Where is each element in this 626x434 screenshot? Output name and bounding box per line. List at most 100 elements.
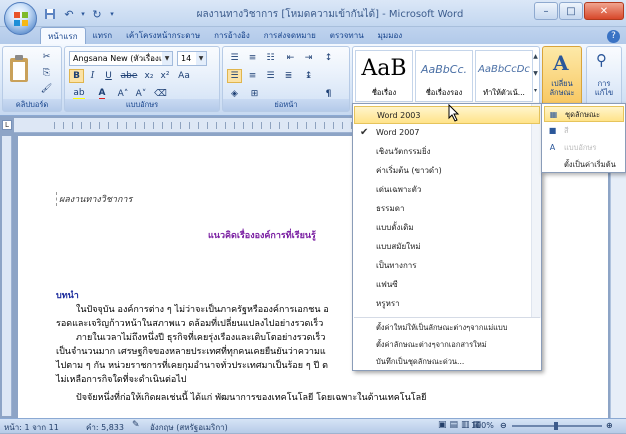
page-count[interactable]: หน้า: 1 จาก 11 bbox=[4, 421, 59, 434]
change-styles-icon: A bbox=[553, 51, 569, 75]
paragraph-line[interactable]: รอดและเจริญก้าวหน้าในสภาพแว ดล้อมที่เปลี… bbox=[56, 316, 323, 330]
tab-selector-button[interactable]: L bbox=[2, 120, 12, 130]
italic-button[interactable]: I bbox=[85, 69, 100, 83]
word-count[interactable]: คำ: 5,833 bbox=[86, 421, 124, 434]
close-button[interactable]: ✕ bbox=[584, 2, 624, 20]
font-group: Angsana New (หัวเรื่องแบบ ▼ 14 ▼ B I U abe… bbox=[64, 46, 220, 112]
paragraph-group-label: ย่อหน้า bbox=[223, 99, 349, 111]
proofing-icon[interactable]: ✎ bbox=[132, 420, 140, 430]
redo-icon[interactable]: ↻ bbox=[89, 6, 105, 22]
clipboard-group-label: คลิปบอร์ด bbox=[3, 99, 61, 111]
menu-item[interactable]: เป็นทางการ bbox=[354, 257, 540, 275]
cut-icon[interactable]: ✂ bbox=[39, 50, 54, 64]
zoom-slider-thumb[interactable] bbox=[554, 422, 558, 430]
customize-qat-icon[interactable]: ▾ bbox=[108, 6, 116, 22]
bold-button[interactable]: B bbox=[69, 69, 84, 83]
tab-review[interactable]: ตรวจทาน bbox=[323, 27, 371, 45]
paragraph-line[interactable]: ไม่เหลือการกิจใดที่จะดำเนินต่อไป bbox=[56, 372, 187, 386]
menu-item[interactable]: เชิงนวัตกรรมยิ่ง bbox=[354, 143, 540, 161]
font-dropdown-icon[interactable]: ▼ bbox=[162, 52, 172, 65]
paste-button[interactable] bbox=[7, 51, 31, 87]
style-emphasis[interactable]: AaBbCcDc ทำให้ตัวเน้... bbox=[475, 50, 533, 102]
justify-icon[interactable]: ≣ bbox=[281, 69, 296, 83]
tab-insert[interactable]: แทรก bbox=[86, 27, 120, 45]
undo-icon[interactable]: ↶ bbox=[61, 6, 77, 22]
paragraph-line[interactable]: เป็นจำนวนมาก เศรษฐกิจของหลายประเทศที่ทุก… bbox=[56, 344, 326, 358]
zoom-in-icon[interactable]: ⊕ bbox=[606, 421, 613, 430]
submenu-set-default[interactable]: ตั้งเป็นค่าเริ่มต้น bbox=[544, 157, 624, 173]
line-spacing-icon[interactable]: ↨ bbox=[301, 69, 316, 83]
font-size-box[interactable]: 14 ▼ bbox=[177, 51, 207, 66]
subscript-button[interactable]: x₂ bbox=[141, 69, 157, 83]
menu-item[interactable]: ธรรมดา bbox=[354, 200, 540, 218]
minimize-button[interactable]: – bbox=[534, 2, 558, 20]
style-subtitle-preview: AaBbCc. bbox=[420, 63, 468, 76]
ribbon-tabs: หน้าแรก แทรก เค้าโครงหน้ากระดาษ การอ้างอ… bbox=[40, 27, 409, 45]
submenu-fonts[interactable]: A แบบอักษร bbox=[544, 140, 624, 156]
strikethrough-button[interactable]: abe bbox=[119, 69, 139, 83]
help-icon[interactable]: ? bbox=[607, 30, 620, 43]
tab-view[interactable]: มุมมอง bbox=[371, 27, 410, 45]
align-right-icon[interactable]: ☰ bbox=[263, 69, 278, 83]
format-painter-icon[interactable]: 🖌 bbox=[39, 82, 54, 96]
menu-item[interactable]: หรูหรา bbox=[354, 295, 540, 313]
save-icon[interactable] bbox=[42, 6, 58, 22]
menu-action-reset[interactable]: ตั้งค่าใหม่ให้เป็นลักษณะต่างๆจากแม่แบบ bbox=[354, 319, 540, 337]
tab-page-layout[interactable]: เค้าโครงหน้ากระดาษ bbox=[119, 27, 207, 45]
align-left-icon[interactable]: ☰ bbox=[227, 69, 242, 83]
maximize-button[interactable]: □ bbox=[559, 2, 583, 20]
font-size-dropdown-icon[interactable]: ▼ bbox=[196, 52, 206, 65]
tab-references[interactable]: การอ้างอิง bbox=[207, 27, 257, 45]
document-title[interactable]: แนวคิดเรื่ององค์การที่เรียนรู้ bbox=[208, 228, 316, 242]
decrease-indent-icon[interactable]: ⇤ bbox=[283, 51, 298, 65]
paragraph-line[interactable]: ไปตาม ๆ กัน หน่วยราชการที่เคยกุมอำนาจทั่… bbox=[56, 358, 328, 372]
style-title[interactable]: AaB ชื่อเรื่อง bbox=[355, 50, 413, 102]
menu-item[interactable]: เด่นเฉพาะตัว bbox=[354, 181, 540, 199]
tab-mailings[interactable]: การส่งจดหมาย bbox=[257, 27, 323, 45]
font-name-box[interactable]: Angsana New (หัวเรื่องแบบ ▼ bbox=[69, 51, 173, 66]
underline-button[interactable]: U bbox=[101, 69, 116, 83]
style-subtitle[interactable]: AaBbCc. ชื่อเรื่องรอง bbox=[415, 50, 473, 102]
binoculars-icon: ⚲ bbox=[596, 51, 607, 69]
font-name-value: Angsana New (หัวเรื่องแบบ bbox=[73, 54, 173, 63]
undo-dropdown-icon[interactable]: ▾ bbox=[80, 6, 86, 22]
menu-item-word2003[interactable]: Word 2003 bbox=[354, 106, 540, 124]
font-size-value: 14 bbox=[181, 54, 192, 63]
paragraph-line[interactable]: ปัจจัยหนึ่งที่ก่อให้เกิดผลเช่นนี้ ได้แก่… bbox=[76, 390, 426, 404]
vertical-ruler[interactable] bbox=[2, 136, 12, 416]
numbering-icon[interactable]: ≡ bbox=[245, 51, 260, 65]
copy-icon[interactable]: ⎘ bbox=[39, 66, 54, 80]
style-emphasis-name: ทำให้ตัวเน้... bbox=[483, 88, 525, 97]
menu-item[interactable]: แฟนซี bbox=[354, 276, 540, 294]
superscript-button[interactable]: x² bbox=[157, 69, 173, 83]
clipboard-group: ✂ ⎘ 🖌 คลิปบอร์ด bbox=[2, 46, 62, 112]
align-center-icon[interactable]: ≡ bbox=[245, 69, 260, 83]
zoom-out-icon[interactable]: ⊖ bbox=[500, 421, 507, 430]
font-group-label: แบบอักษร bbox=[65, 99, 219, 111]
menu-item[interactable]: แบบดั้งเดิม bbox=[354, 219, 540, 237]
change-case-button[interactable]: Aa bbox=[175, 69, 193, 83]
style-set-icon: ▦ bbox=[549, 110, 558, 119]
paragraph-line[interactable]: ภายในเวลาไม่ถึงหนึ่งปี ธุรกิจที่เคยรุ่งเ… bbox=[76, 330, 325, 344]
header-text[interactable]: ผลงานทางวิชาการ bbox=[56, 192, 132, 206]
menu-item[interactable]: แบบสมัยใหม่ bbox=[354, 238, 540, 256]
menu-action-reset-new[interactable]: ตั้งค่าลักษณะต่างๆจากเอกสารใหม่ bbox=[354, 336, 540, 354]
menu-action-save-quick-style[interactable]: บันทึกเป็นชุดลักษณะด่วน... bbox=[354, 353, 540, 371]
multilevel-list-icon[interactable]: ☷ bbox=[263, 51, 278, 65]
paragraph-line[interactable]: ในปัจจุบัน องค์การต่าง ๆ ไม่ว่าจะเป็นภาค… bbox=[76, 302, 329, 316]
gallery-scroll[interactable]: ▲ ▼ ▾ bbox=[531, 48, 540, 100]
language-indicator[interactable]: อังกฤษ (สหรัฐอเมริกา) bbox=[150, 421, 228, 434]
submenu-style-set[interactable]: ▦ ชุดลักษณะ bbox=[544, 106, 624, 122]
change-styles-label-2: ลักษณะ bbox=[549, 88, 575, 97]
zoom-level[interactable]: 100% bbox=[471, 421, 494, 430]
menu-item-word2007[interactable]: ✔ Word 2007 bbox=[354, 124, 540, 142]
window-controls: – □ ✕ bbox=[534, 2, 624, 20]
tab-home[interactable]: หน้าแรก bbox=[40, 27, 86, 45]
submenu-colors[interactable]: ■ สี bbox=[544, 123, 624, 139]
increase-indent-icon[interactable]: ⇥ bbox=[301, 51, 316, 65]
menu-item[interactable]: ค่าเริ่มต้น (ขาวดำ) bbox=[354, 162, 540, 180]
sort-icon[interactable]: ↕ bbox=[321, 51, 336, 65]
section-heading[interactable]: บทนำ bbox=[56, 288, 79, 302]
bullets-icon[interactable]: ☰ bbox=[227, 51, 242, 65]
office-button[interactable] bbox=[4, 2, 37, 35]
